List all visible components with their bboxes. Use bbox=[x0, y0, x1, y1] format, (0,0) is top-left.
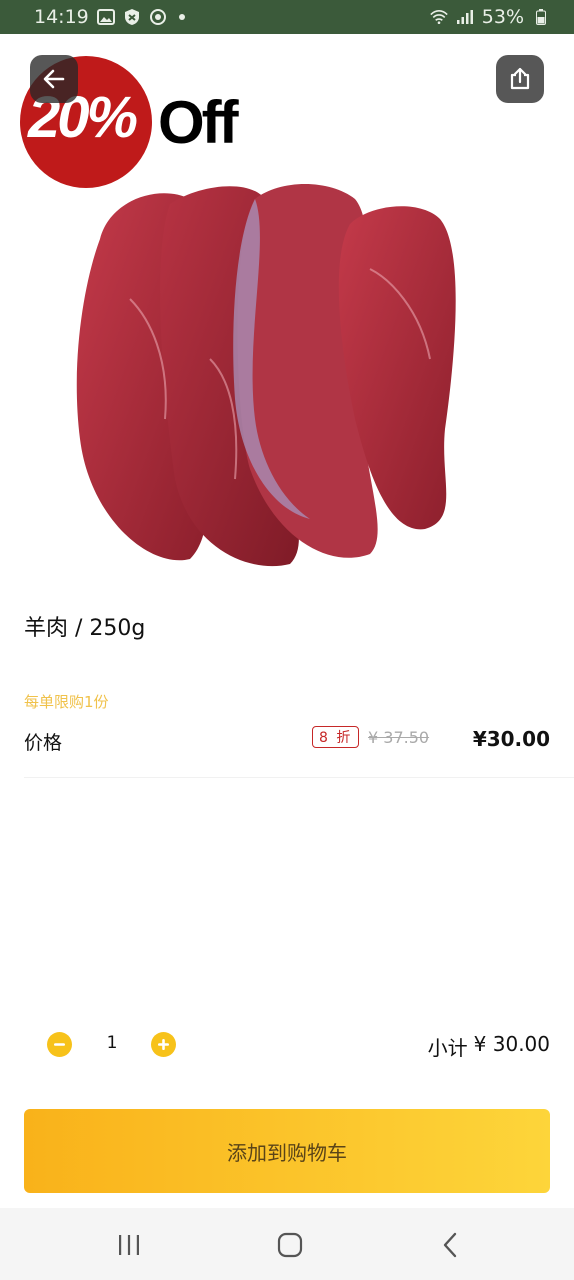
shield-icon bbox=[123, 8, 141, 26]
back-button[interactable] bbox=[30, 55, 78, 103]
current-price: ¥30.00 bbox=[472, 727, 550, 751]
share-button[interactable] bbox=[496, 55, 544, 103]
status-left: 14:19 bbox=[34, 6, 185, 28]
price-label: 价格 bbox=[24, 732, 63, 754]
quantity-value: 1 bbox=[106, 1033, 118, 1053]
purchase-limit-note: 每单限购1份 bbox=[24, 693, 109, 711]
product-image: 20% Off bbox=[0, 34, 574, 580]
gallery-icon bbox=[96, 8, 115, 26]
system-nav-bar bbox=[0, 1208, 574, 1280]
share-icon bbox=[510, 67, 530, 90]
price-row: 价格 8 折 ¥ 37.50 ¥30.00 bbox=[24, 726, 550, 756]
wifi-icon bbox=[430, 8, 448, 26]
arrow-left-icon bbox=[43, 69, 65, 89]
product-title: 羊肉 / 250g bbox=[24, 616, 146, 641]
chevron-left-icon bbox=[443, 1232, 457, 1258]
status-time: 14:19 bbox=[34, 6, 89, 28]
back-nav-button[interactable] bbox=[433, 1228, 469, 1262]
plus-icon bbox=[158, 1039, 169, 1050]
minus-icon bbox=[54, 1043, 65, 1046]
battery-percent: 53% bbox=[481, 6, 524, 28]
status-right: 53% bbox=[430, 6, 550, 28]
signal-icon bbox=[456, 8, 474, 26]
recents-button[interactable] bbox=[111, 1228, 147, 1262]
quantity-stepper: 1 bbox=[47, 1032, 177, 1058]
sync-icon bbox=[149, 8, 167, 26]
home-button[interactable] bbox=[272, 1228, 308, 1262]
subtotal-value: ¥ 30.00 bbox=[473, 1032, 550, 1056]
notification-dot-icon bbox=[178, 14, 185, 20]
subtotal: 小计 ¥ 30.00 bbox=[428, 1032, 550, 1061]
divider bbox=[24, 777, 574, 778]
promo-off-text: Off bbox=[158, 89, 239, 156]
increase-quantity-button[interactable] bbox=[151, 1032, 176, 1057]
status-bar: 14:19 53% bbox=[0, 0, 574, 34]
decrease-quantity-button[interactable] bbox=[47, 1032, 72, 1057]
original-price: ¥ 37.50 bbox=[368, 728, 430, 747]
recents-icon bbox=[119, 1235, 139, 1255]
battery-icon bbox=[532, 8, 550, 26]
home-icon bbox=[277, 1232, 303, 1258]
add-to-cart-button[interactable]: 添加到购物车 bbox=[24, 1109, 550, 1193]
discount-badge: 8 折 bbox=[312, 726, 360, 748]
subtotal-label: 小计 bbox=[427, 1036, 468, 1060]
meat-illustration bbox=[76, 184, 456, 567]
